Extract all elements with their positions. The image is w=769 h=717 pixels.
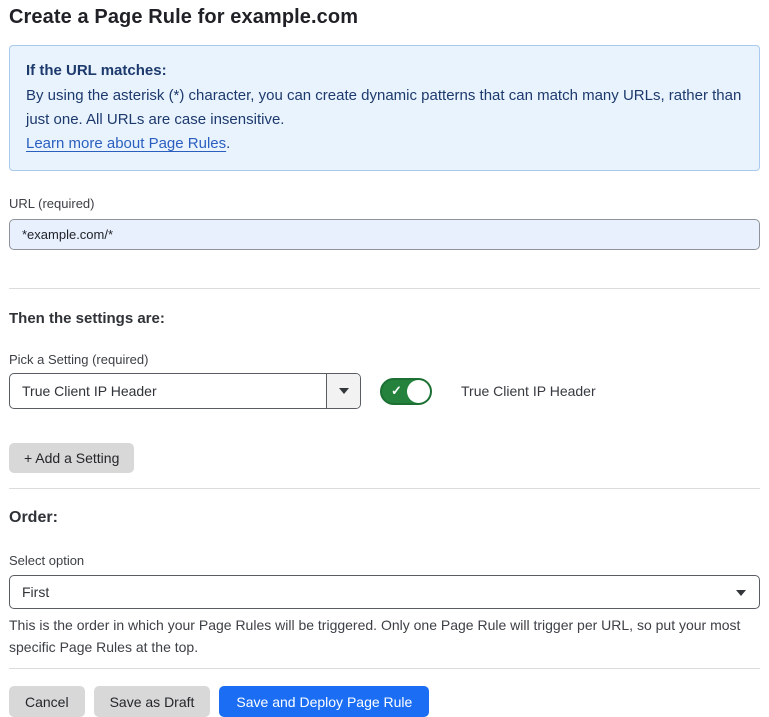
divider [9,668,760,669]
toggle-label: True Client IP Header [461,383,596,399]
toggle-group: ✓ True Client IP Header [380,378,596,405]
setting-select-arrow-button[interactable] [326,374,360,408]
toggle-knob [407,380,430,403]
order-section-heading: Order: [9,509,760,527]
divider [9,488,760,489]
info-callout-body: By using the asterisk (*) character, you… [26,84,743,156]
cancel-button[interactable]: Cancel [9,686,85,717]
learn-more-link[interactable]: Learn more about Page Rules [26,135,226,152]
check-icon: ✓ [391,384,402,397]
info-callout-text: By using the asterisk (*) character, you… [26,87,741,128]
add-setting-button[interactable]: + Add a Setting [9,443,134,473]
chevron-down-icon [339,388,349,394]
page-title: Create a Page Rule for example.com [9,6,760,29]
order-select[interactable]: First [9,575,760,609]
url-input[interactable] [9,219,760,250]
order-select-value: First [22,584,49,600]
order-help-text: This is the order in which your Page Rul… [9,614,754,658]
pick-setting-label: Pick a Setting (required) [9,352,760,367]
chevron-down-icon [736,590,746,596]
link-period: . [226,135,230,152]
divider [9,288,760,289]
true-client-ip-toggle[interactable]: ✓ [380,378,432,405]
url-field-label: URL (required) [9,196,760,211]
order-select-label: Select option [9,553,760,568]
setting-select-value: True Client IP Header [10,374,326,408]
setting-row: True Client IP Header ✓ True Client IP H… [9,373,760,409]
url-match-info-callout: If the URL matches: By using the asteris… [9,45,760,171]
save-draft-button[interactable]: Save as Draft [94,686,211,717]
info-callout-heading: If the URL matches: [26,59,743,83]
settings-section-heading: Then the settings are: [9,310,760,327]
page-rule-form: Create a Page Rule for example.com If th… [0,0,769,717]
save-deploy-button[interactable]: Save and Deploy Page Rule [219,686,429,717]
footer-actions: Cancel Save as Draft Save and Deploy Pag… [9,686,760,717]
setting-select[interactable]: True Client IP Header [9,373,361,409]
